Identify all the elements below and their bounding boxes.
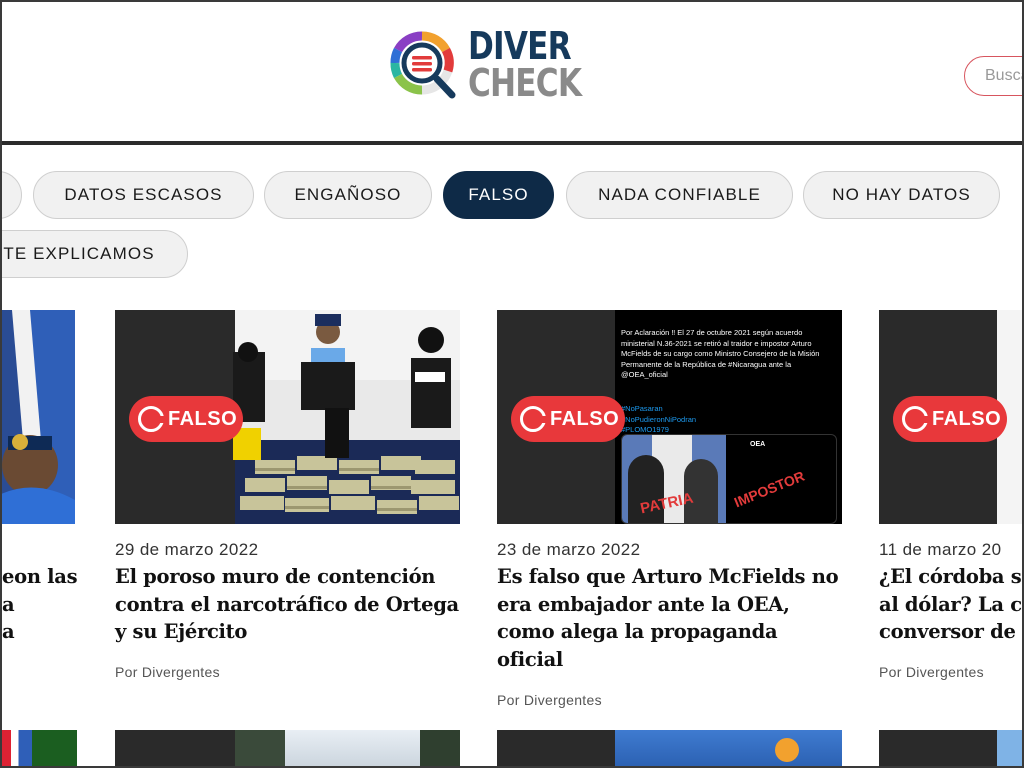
filter-chip-partial[interactable] <box>2 171 22 219</box>
article-thumbnail[interactable] <box>497 730 842 766</box>
quoted-account: OEA <box>750 441 766 448</box>
tree-silhouette <box>235 730 285 766</box>
flag-image <box>2 730 77 766</box>
logo-line-2: CHECK <box>468 61 582 106</box>
tweet-hashtags: #NoPasaran #NoPudieronNiPodran #PLOMO197… <box>621 404 697 434</box>
tree-silhouette <box>420 730 460 766</box>
article-author[interactable]: Por Divergentes <box>879 664 984 680</box>
search-input[interactable]: Buscar <box>964 56 1022 96</box>
falso-badge: FALSO <box>893 396 1007 442</box>
site-logo[interactable]: DIVER CHECK <box>388 24 606 106</box>
article-title[interactable]: ¿El córdoba s al dólar? La c conversor d… <box>879 563 1022 646</box>
logo-wordmark: DIVER CHECK <box>468 24 606 106</box>
article-thumbnail[interactable]: FALSO <box>879 310 1022 524</box>
site-header: DIVER CHECK Buscar <box>2 2 1022 142</box>
article-thumbnail[interactable] <box>2 310 75 524</box>
street-photo-image <box>235 730 460 766</box>
quoted-tweet: OEA PATRIA IMPOSTOR <box>621 434 837 524</box>
falso-badge: FALSO <box>129 396 243 442</box>
badge-label: FALSO <box>168 407 238 430</box>
article-date: 29 de marzo 2022 <box>115 540 259 559</box>
filter-chip-datos-escasos[interactable]: DATOS ESCASOS <box>33 171 254 219</box>
tweet-text: Por Aclaración ‼ El 27 de octubre 2021 s… <box>621 328 820 379</box>
article-thumbnail[interactable] <box>879 730 1022 766</box>
filter-chip-te-explicamos[interactable]: TE EXPLICAMOS <box>2 230 188 278</box>
badge-ring-icon <box>138 406 165 432</box>
article-thumbnail[interactable] <box>2 730 77 766</box>
tweet-panel: Por Aclaración ‼ El 27 de octubre 2021 s… <box>615 310 842 524</box>
article-title[interactable]: El poroso muro de contención contra el n… <box>115 563 460 646</box>
article-thumbnail[interactable] <box>115 730 460 766</box>
article-thumbnail[interactable]: Por Aclaración ‼ El 27 de octubre 2021 s… <box>497 310 842 524</box>
filter-chip-falso[interactable]: FALSO <box>443 171 554 219</box>
ortega-photo-image <box>2 310 75 524</box>
storefront-photo-image <box>615 730 842 766</box>
magnifier-logo-icon <box>390 31 456 99</box>
badge-label: FALSO <box>550 407 620 430</box>
article-date: 23 de marzo 2022 <box>497 540 641 559</box>
header-divider <box>2 141 1022 145</box>
filter-chip-no-hay-datos[interactable]: NO HAY DATOS <box>803 171 1000 219</box>
filter-chip-enganoso[interactable]: ENGAÑOSO <box>264 171 432 219</box>
filter-chip-nada-confiable[interactable]: NADA CONFIABLE <box>566 171 793 219</box>
stamp-impostor: IMPOSTOR <box>731 467 807 511</box>
browser-viewport: DIVER CHECK Buscar DATOS ESCASOS ENGAÑOS… <box>2 2 1022 766</box>
falso-badge: FALSO <box>511 396 625 442</box>
article-title[interactable]: Es falso que Arturo McFields no era emba… <box>497 563 842 673</box>
badge-label: FALSO <box>932 407 1002 430</box>
badge-ring-icon <box>902 406 929 432</box>
article-thumbnail[interactable]: FALSO <box>115 310 460 524</box>
sun-logo-icon <box>775 738 799 762</box>
sky-photo-image <box>997 730 1022 766</box>
article-author[interactable]: Por Divergentes <box>497 692 602 708</box>
article-date: 11 de marzo 20 <box>879 540 1002 559</box>
article-author[interactable]: Por Divergentes <box>115 664 220 680</box>
logo-line-1: DIVER <box>468 24 572 68</box>
badge-ring-icon <box>520 406 547 432</box>
